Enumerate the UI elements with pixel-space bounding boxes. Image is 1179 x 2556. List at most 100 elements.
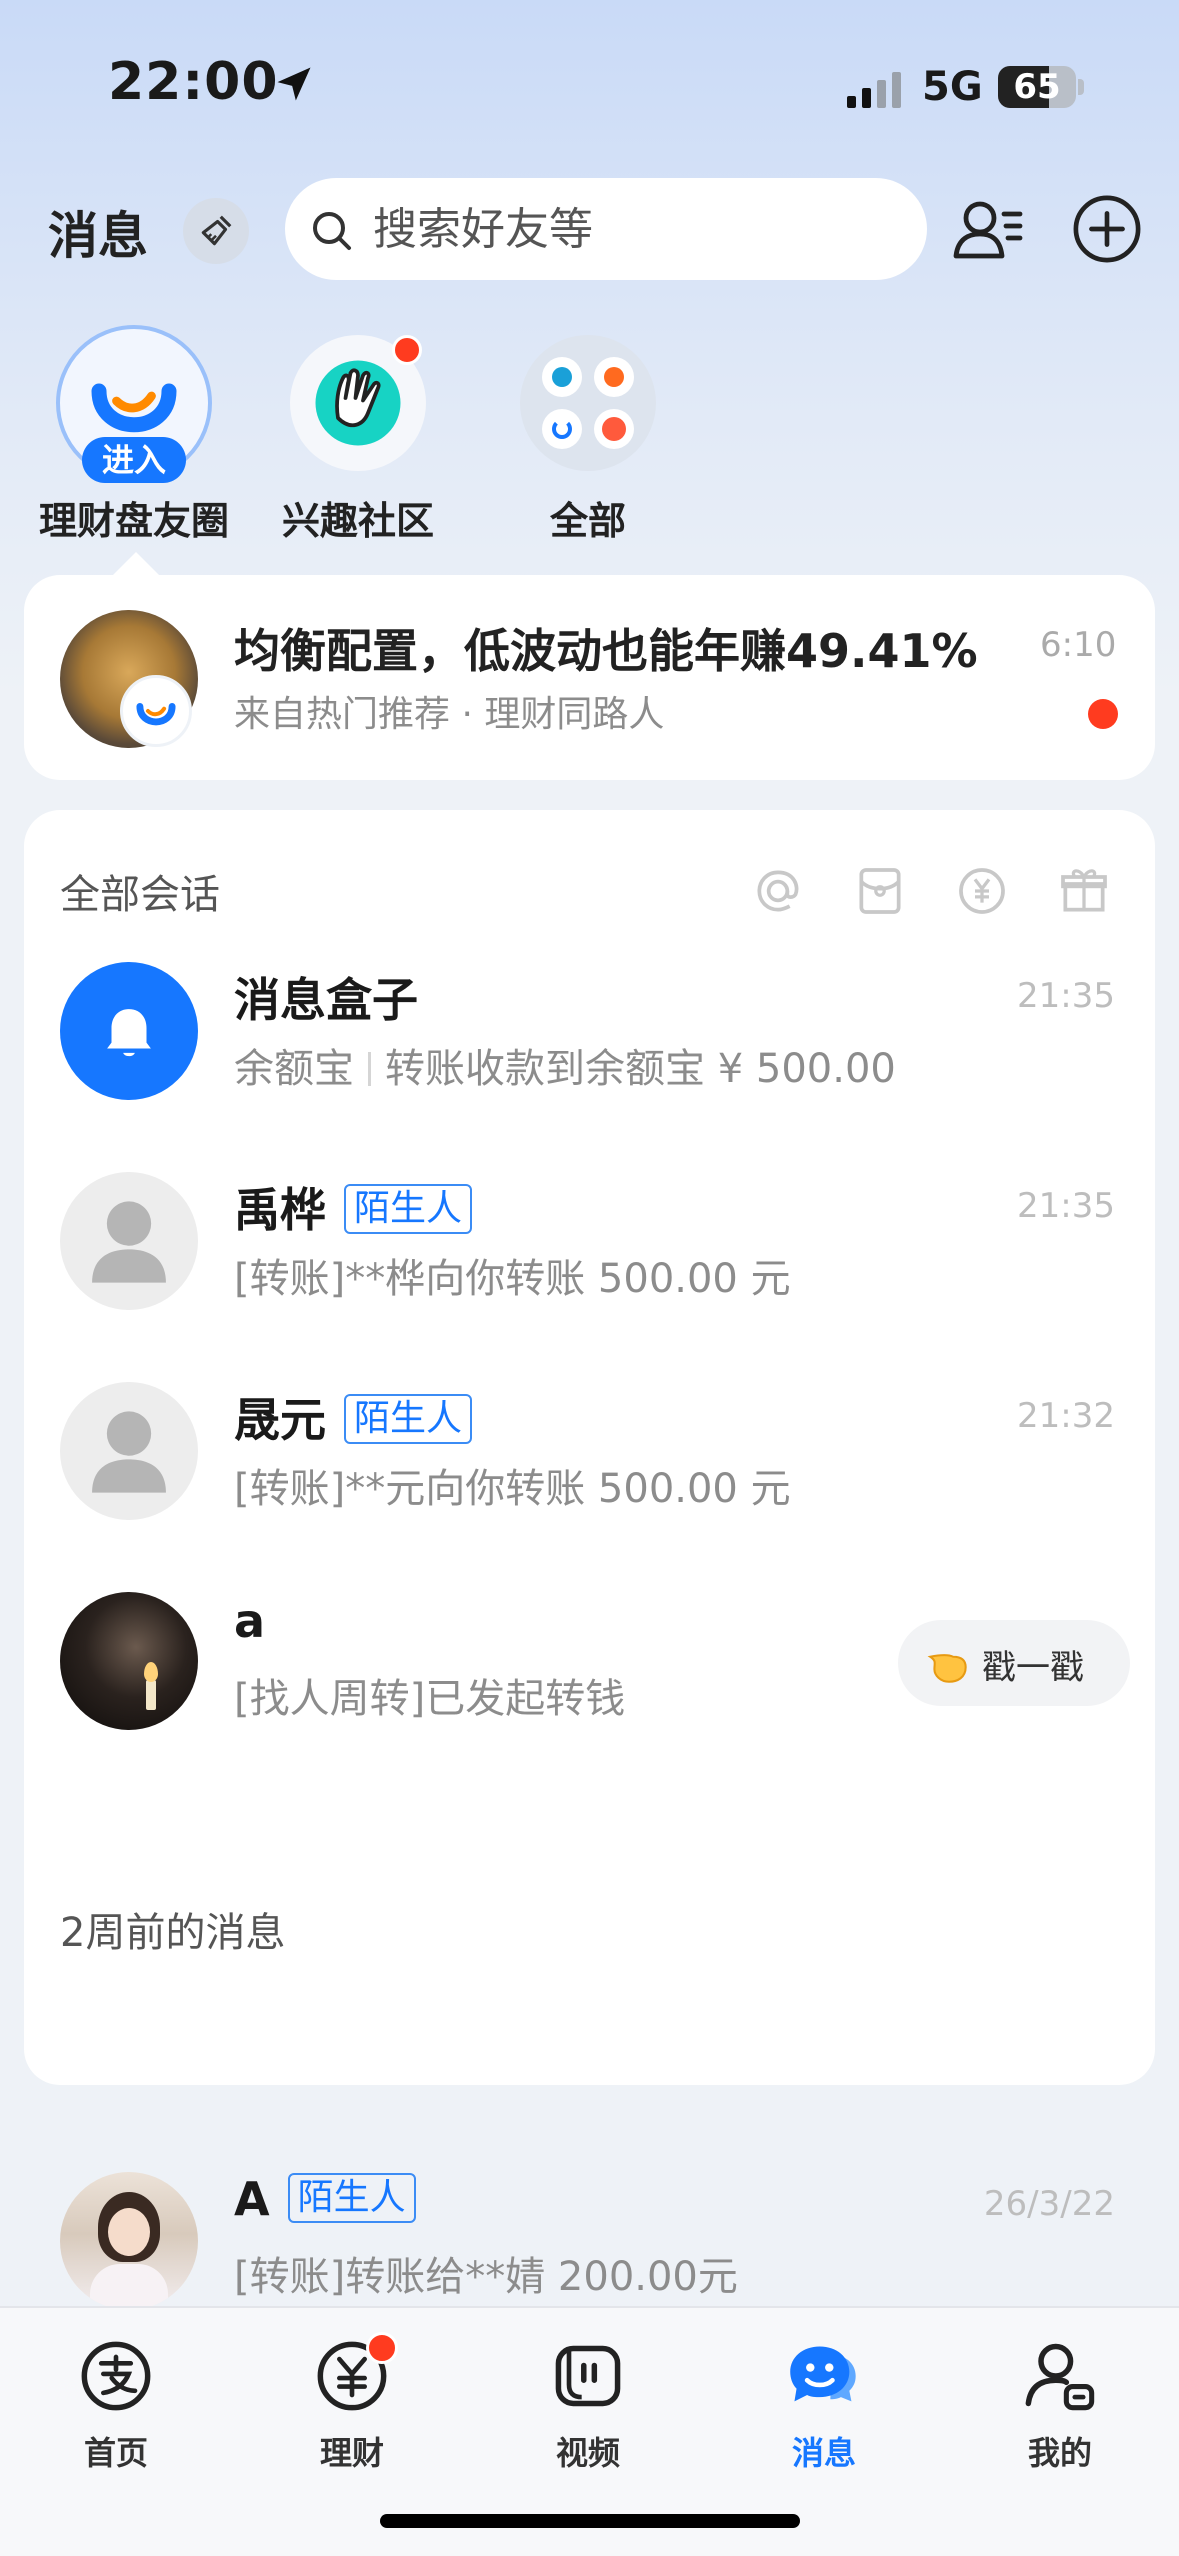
unread-dot — [1088, 699, 1118, 729]
conversation-preview: [转账]转账给**婧 200.00元 — [234, 2254, 738, 2300]
contact-name: 禹桦 — [234, 1183, 326, 1237]
mini-app-icon — [542, 357, 582, 397]
poke-label: 戳一戳 — [982, 1648, 1084, 1688]
alipay-fortune-icon — [91, 383, 177, 433]
shortcut-label: 全部 — [549, 499, 626, 543]
signal-icon — [847, 72, 901, 108]
alipay-icon — [81, 2341, 151, 2411]
mention-icon[interactable] — [750, 863, 806, 919]
conversation-preview: [转账]**元向你转账 500.00 元 — [234, 1466, 791, 1512]
conversation-row[interactable]: A 陌生人 26/3/22 [转账]转账给**婧 200.00元 — [24, 1874, 1155, 2310]
contact-name: 晟元 — [234, 1393, 326, 1447]
shortcut-interest-community[interactable]: 兴趣社区 — [248, 325, 468, 545]
tab-label: 我的 — [1027, 2434, 1092, 2472]
fortune-badge — [120, 675, 192, 747]
preview-text: 转账收款到余额宝 ¥ 500.00 — [385, 1046, 896, 1092]
promo-time: 6:10 — [1040, 625, 1117, 665]
conversation-row[interactable]: 禹桦 陌生人 21:35 [转账]**桦向你转账 500.00 元 — [24, 1144, 1155, 1344]
tab-wealth[interactable]: 理财 — [262, 2328, 442, 2478]
default-avatar — [60, 1382, 198, 1520]
poke-button[interactable]: 戳一戳 — [898, 1620, 1130, 1706]
bell-icon — [107, 1009, 151, 1057]
conversation-panel: 全部会话 消息盒子 21:35 余额宝 转账收款到余额宝 ¥ 500.00 禹桦… — [24, 810, 1155, 2310]
conversation-preview: 余额宝 转账收款到余额宝 ¥ 500.00 — [234, 1036, 896, 1094]
waving-hand-icon — [315, 360, 401, 446]
red-envelope-icon[interactable] — [852, 863, 908, 919]
video-icon — [555, 2345, 621, 2407]
profile-icon — [1025, 2343, 1095, 2411]
preview-source: 余额宝 — [234, 1046, 354, 1092]
promo-title: 均衡配置，低波动也能年赚49.41% — [234, 624, 978, 678]
mini-app-icon — [594, 357, 634, 397]
conversation-name: 禹桦 陌生人 — [234, 1174, 473, 1240]
shortcut-label: 理财盘友圈 — [38, 499, 229, 543]
notification-dot — [392, 335, 422, 365]
stranger-tag: 陌生人 — [344, 1394, 473, 1444]
notification-dot — [366, 2332, 398, 2364]
search-bar[interactable] — [285, 178, 927, 280]
contacts-icon[interactable] — [952, 194, 1024, 266]
person-placeholder-icon — [92, 1201, 166, 1283]
search-icon — [313, 212, 351, 250]
conversation-name: A 陌生人 — [234, 2172, 416, 2226]
all-apps-grid — [520, 335, 656, 471]
face — [108, 2208, 150, 2256]
header: 消息 — [0, 170, 1179, 290]
section-title: 全部会话 — [60, 872, 220, 918]
conversation-time: 21:32 — [1017, 1396, 1115, 1436]
search-input[interactable] — [373, 178, 893, 280]
network-type: 5G — [922, 64, 983, 110]
conversation-name: 晟元 陌生人 — [234, 1384, 473, 1450]
shirt — [90, 2264, 168, 2310]
home-indicator[interactable] — [380, 2514, 800, 2528]
battery-level: 65 — [1013, 67, 1061, 107]
chat-icon — [790, 2346, 856, 2402]
photo-avatar — [60, 1592, 198, 1730]
mini-app-icon — [542, 409, 582, 449]
tab-home[interactable]: 首页 — [26, 2328, 206, 2478]
tab-label: 理财 — [319, 2434, 384, 2472]
pointing-hand-icon — [927, 1654, 967, 1683]
tab-label: 消息 — [791, 2434, 856, 2472]
alipay-fortune-icon — [136, 702, 176, 726]
shortcut-all[interactable]: 全部 — [478, 325, 698, 545]
battery-icon: 65 — [998, 66, 1076, 108]
tab-messages[interactable]: 消息 — [734, 2328, 914, 2478]
conversation-preview: [转账]**桦向你转账 500.00 元 — [234, 1256, 791, 1302]
tab-label: 首页 — [83, 2434, 148, 2472]
conversation-row-message-box[interactable]: 消息盒子 21:35 余额宝 转账收款到余额宝 ¥ 500.00 — [24, 934, 1155, 1134]
stranger-tag: 陌生人 — [344, 1184, 473, 1234]
default-avatar — [60, 1172, 198, 1310]
add-circle-icon[interactable] — [1072, 194, 1142, 264]
gift-icon[interactable] — [1056, 863, 1112, 919]
person-placeholder-icon — [92, 1411, 166, 1493]
tab-profile[interactable]: 我的 — [970, 2328, 1150, 2478]
conversation-name: 消息盒子 — [234, 973, 418, 1027]
tab-label: 视频 — [555, 2434, 620, 2472]
conversation-row[interactable]: 晟元 陌生人 21:32 [转账]**元向你转账 500.00 元 — [24, 1354, 1155, 1554]
conversation-time: 21:35 — [1017, 976, 1115, 1016]
conversation-name: a — [234, 1594, 266, 1648]
conversation-preview: [找人周转]已发起转钱 — [234, 1676, 626, 1722]
candle-flame — [144, 1662, 158, 1682]
clear-unread-button[interactable] — [183, 198, 249, 264]
page-title: 消息 — [48, 207, 148, 265]
separator — [368, 1052, 371, 1086]
promo-card[interactable]: 均衡配置，低波动也能年赚49.41% 6:10 来自热门推荐 · 理财同路人 — [24, 575, 1155, 780]
enter-badge: 进入 — [82, 437, 186, 483]
battery-cap — [1078, 79, 1084, 95]
candle — [146, 1680, 156, 1710]
tab-video[interactable]: 视频 — [498, 2328, 678, 2478]
bell-avatar — [60, 962, 198, 1100]
conversation-time: 26/3/22 — [983, 2184, 1115, 2224]
photo-avatar — [60, 2172, 198, 2310]
shortcut-wealth-circle[interactable]: 进入 理财盘友圈 — [24, 325, 244, 545]
stranger-tag: 陌生人 — [287, 2173, 416, 2223]
yuan-circle-icon[interactable] — [954, 863, 1010, 919]
contact-name: A — [234, 2172, 270, 2226]
promo-subtitle: 来自热门推荐 · 理财同路人 — [234, 694, 665, 735]
location-arrow-icon — [277, 67, 311, 101]
shortcut-label: 兴趣社区 — [281, 499, 434, 543]
broom-icon — [201, 215, 232, 246]
status-time: 22:00 — [108, 52, 279, 112]
